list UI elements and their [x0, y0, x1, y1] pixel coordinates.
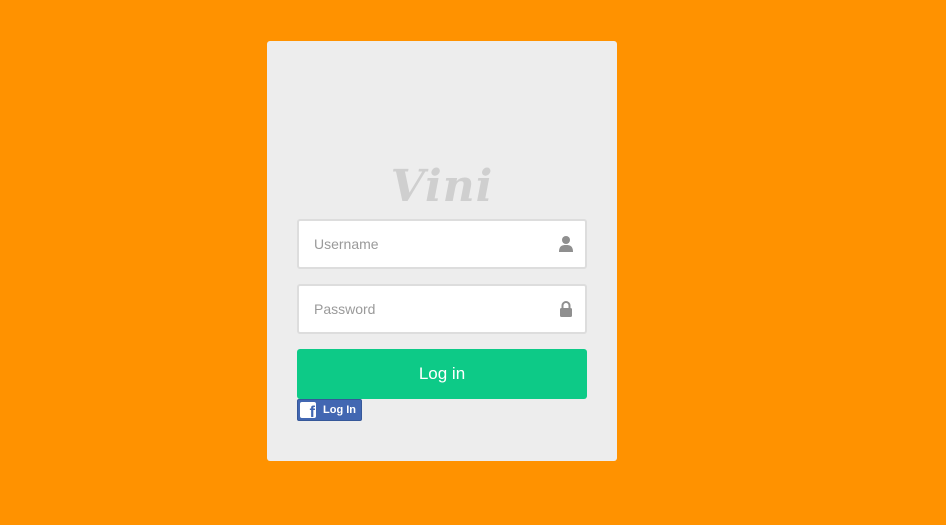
facebook-login-button[interactable]: f Log In: [297, 399, 362, 421]
password-input[interactable]: [299, 286, 585, 332]
username-input[interactable]: [299, 221, 585, 267]
lock-icon: [560, 301, 572, 317]
facebook-icon-glyph: f: [309, 404, 315, 419]
facebook-icon: f: [300, 402, 316, 418]
login-button[interactable]: Log in: [297, 349, 587, 399]
password-field[interactable]: [297, 284, 587, 334]
user-icon: [559, 236, 573, 252]
login-card: Vini Log in f Log In: [267, 41, 617, 461]
username-field[interactable]: [297, 219, 587, 269]
brand-logo: Vini: [390, 161, 494, 212]
facebook-login-label: Log In: [323, 404, 356, 416]
